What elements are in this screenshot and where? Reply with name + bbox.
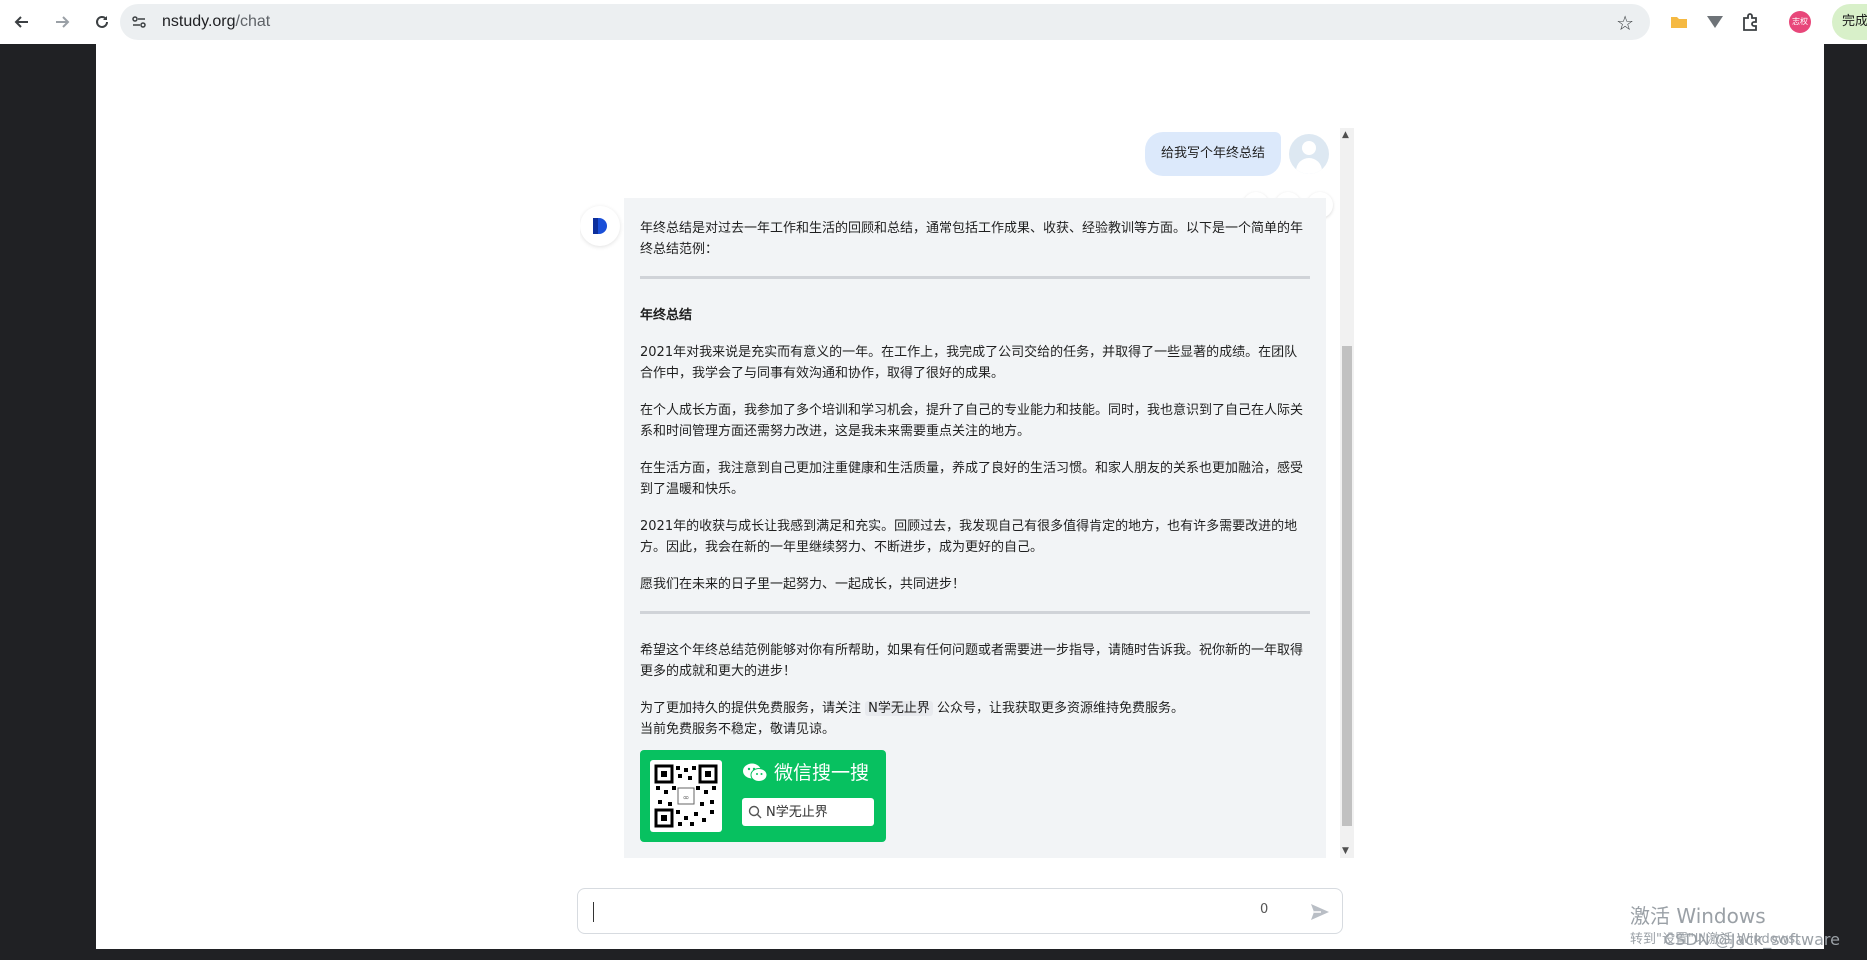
message-input[interactable] bbox=[590, 897, 1230, 925]
bot-avatar bbox=[580, 206, 620, 246]
wechat-title-text: 微信搜一搜 bbox=[774, 761, 870, 784]
bot-message-bubble: 年终总结是对过去一年工作和生活的回顾和总结，通常包括工作成果、收获、经验教训等方… bbox=[624, 198, 1326, 858]
reload-button[interactable] bbox=[84, 4, 120, 40]
char-counter: 0 bbox=[1260, 902, 1269, 917]
profile-badge: 志权 bbox=[1789, 11, 1811, 33]
folder-extension-icon[interactable] bbox=[1670, 10, 1688, 34]
user-avatar bbox=[1289, 134, 1329, 174]
qr-code-image: ∞ bbox=[650, 760, 722, 832]
forward-button[interactable] bbox=[44, 4, 80, 40]
site-info-icon[interactable] bbox=[130, 13, 148, 31]
avatar-head bbox=[1302, 141, 1316, 155]
wechat-search-card[interactable]: ∞ 微信搜一搜 N学无止界 bbox=[640, 750, 886, 842]
notice-suffix: 公众号，让我获取更多资源维持免费服务。 bbox=[932, 701, 1185, 716]
back-arrow-icon bbox=[14, 16, 28, 28]
url-path: /chat bbox=[235, 13, 271, 30]
account-tag: N学无止界 bbox=[865, 701, 933, 716]
forward-arrow-icon bbox=[56, 16, 70, 28]
windows-activation-watermark: 激活 Windows 转到"设置"以激活 Windows。 bbox=[1630, 900, 1808, 947]
avatar-body bbox=[1296, 158, 1322, 174]
wechat-search-text: N学无止界 bbox=[766, 804, 828, 820]
notice-prefix: 为了更加持久的提供免费服务，请关注 bbox=[640, 701, 866, 716]
notice-line2: 当前免费服务不稳定，敬请见谅。 bbox=[640, 722, 836, 737]
url-text: nstudy.org/chat bbox=[162, 13, 270, 31]
paragraph-5: 愿我们在未来的日子里一起努力、一起成长，共同进步！ bbox=[640, 577, 966, 592]
message-input-box[interactable]: 0 bbox=[577, 888, 1343, 934]
scroll-up-arrow-icon[interactable]: ▲ bbox=[1342, 130, 1349, 140]
user-message-bubble: 给我写个年终总结 bbox=[1144, 132, 1281, 176]
paragraph-1: 2021年对我来说是充实而有意义的一年。在工作上，我完成了公司交给的任务，并取得… bbox=[640, 345, 1298, 381]
filter-extension-icon[interactable] bbox=[1706, 10, 1724, 34]
divider bbox=[640, 611, 1310, 614]
send-icon bbox=[1311, 904, 1329, 920]
scrollbar-thumb[interactable] bbox=[1342, 346, 1352, 826]
reload-icon bbox=[96, 15, 108, 28]
notice-paragraph: 为了更加持久的提供免费服务，请关注 N学无止界 公众号，让我获取更多资源维持免费… bbox=[640, 698, 1310, 740]
address-bar[interactable]: nstudy.org/chat ☆ bbox=[120, 4, 1650, 40]
scroll-down-arrow-icon[interactable]: ▼ bbox=[1342, 846, 1349, 856]
summary-heading: 年终总结 bbox=[640, 308, 693, 323]
wechat-search-box[interactable]: N学无止界 bbox=[742, 798, 874, 826]
paragraph-4: 2021年的收获与成长让我感到满足和充实。回顾过去，我发现自己有很多值得肯定的地… bbox=[640, 519, 1298, 555]
bookmark-star-icon[interactable]: ☆ bbox=[1616, 11, 1634, 35]
left-margin bbox=[0, 44, 96, 960]
paragraph-2: 在个人成长方面，我参加了多个培训和学习机会，提升了自己的专业能力和技能。同时，我… bbox=[640, 403, 1304, 439]
bot-logo-icon bbox=[593, 218, 607, 234]
csdn-watermark: CSDN @Jack_software bbox=[1664, 930, 1840, 949]
wechat-search-title: 微信搜一搜 bbox=[742, 762, 869, 784]
search-icon bbox=[748, 805, 762, 819]
bot-intro: 年终总结是对过去一年工作和生活的回顾和总结，通常包括工作成果、收获、经验教训等方… bbox=[640, 221, 1304, 257]
chat-panel: 给我写个年终总结 年终总结是对过去一年工作和生活的回顾和总结，通常包括工作成果、… bbox=[580, 128, 1357, 858]
right-margin bbox=[1824, 44, 1867, 960]
profile-avatar[interactable]: 志权 bbox=[1788, 10, 1812, 34]
text-caret bbox=[593, 902, 594, 922]
back-button[interactable] bbox=[4, 4, 40, 40]
chat-scrollbar[interactable]: ▲ ▼ bbox=[1340, 128, 1354, 858]
svg-text:∞: ∞ bbox=[683, 793, 690, 802]
divider bbox=[640, 276, 1310, 279]
complete-button[interactable]: 完成更 bbox=[1832, 4, 1867, 40]
closing-paragraph: 希望这个年终总结范例能够对你有所帮助，如果有任何问题或者需要进一步指导，请随时告… bbox=[640, 643, 1304, 679]
user-message-row: 给我写个年终总结 bbox=[1144, 132, 1329, 176]
browser-toolbar: nstudy.org/chat ☆ 志权 完成更 bbox=[0, 0, 1867, 44]
url-host: nstudy.org bbox=[162, 13, 236, 30]
wechat-icon bbox=[743, 763, 768, 782]
activate-windows-text: 激活 Windows bbox=[1630, 904, 1766, 928]
paragraph-3: 在生活方面，我注意到自己更加注重健康和生活质量，养成了良好的生活习惯。和家人朋友… bbox=[640, 461, 1304, 497]
bottom-margin bbox=[0, 949, 1867, 960]
extensions-puzzle-icon[interactable] bbox=[1740, 10, 1760, 34]
send-button[interactable] bbox=[1308, 900, 1332, 924]
